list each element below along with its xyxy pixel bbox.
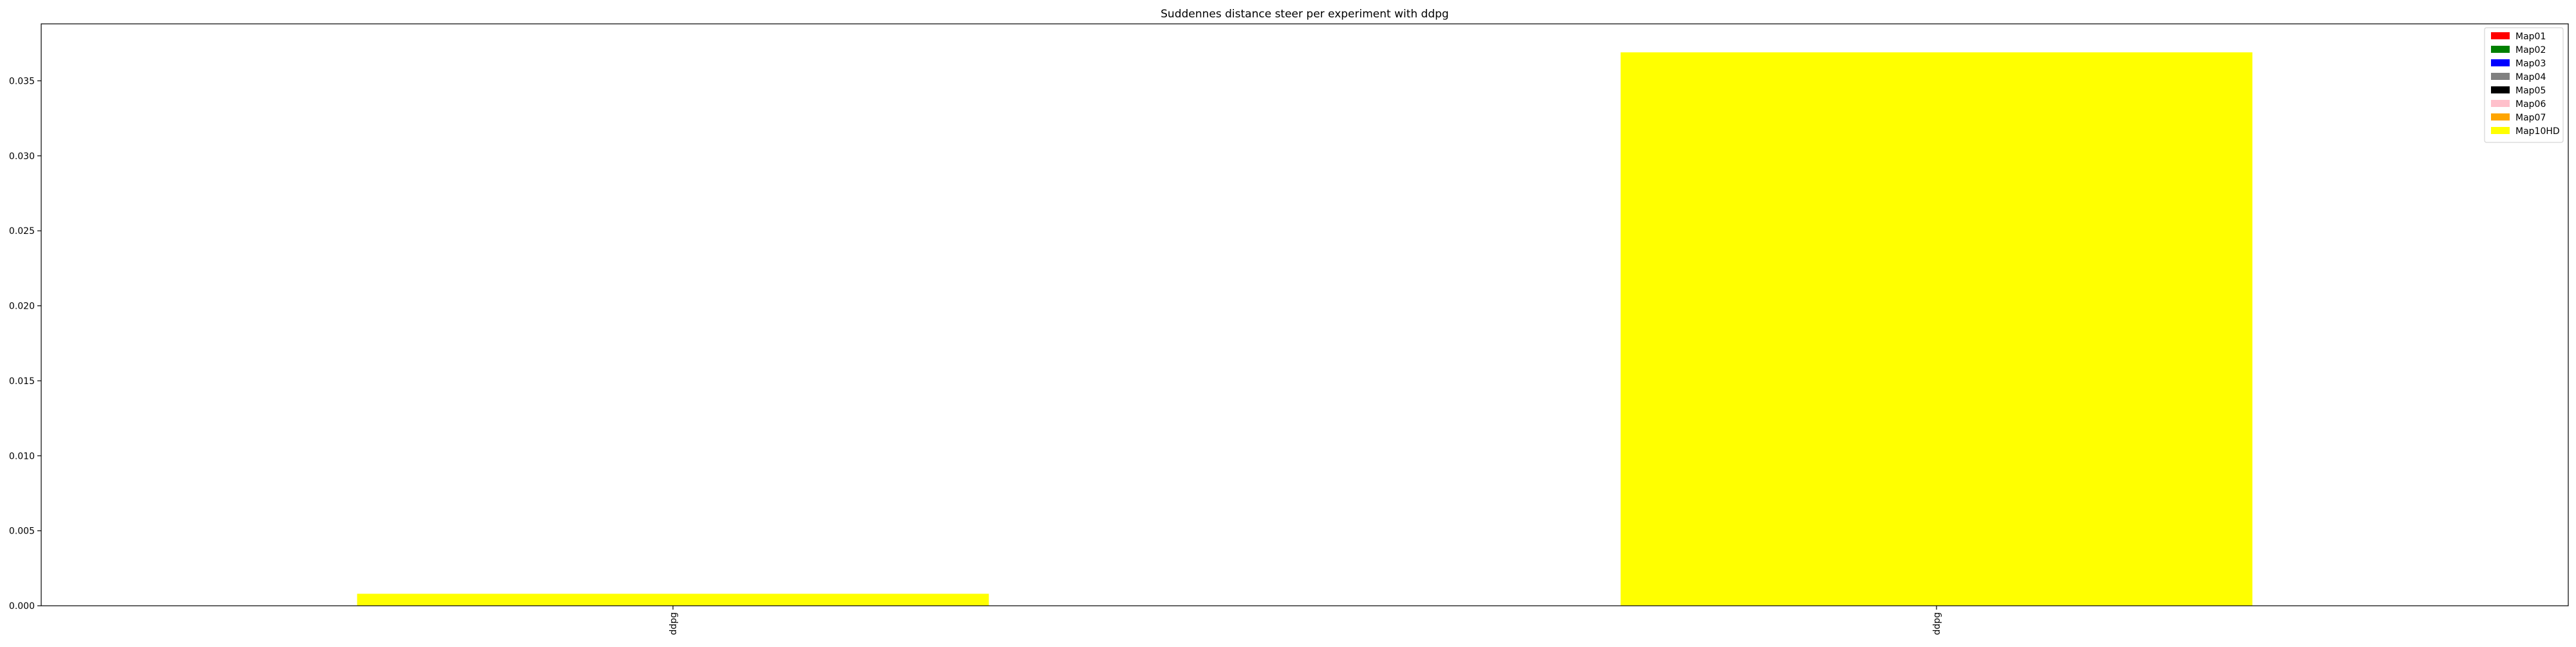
chart-title: Suddennes distance steer per experiment … [1160, 8, 1448, 21]
y-tick-label-2: 0.010 [9, 451, 35, 461]
legend-swatch-map02 [2491, 46, 2510, 53]
bar-map10hd-2 [1620, 52, 2253, 606]
legend: Map01 Map02 Map03 Map04 Map05 Map06 Map07 Map10… [2484, 27, 2564, 143]
y-tick-label-7: 0.035 [9, 76, 35, 86]
x-tick-label-1: ddpg [1932, 612, 1942, 635]
y-tick-label-6: 0.030 [9, 151, 35, 162]
y-tick-label-0: 0.000 [9, 601, 35, 612]
legend-label-map05: Map05 [2515, 86, 2546, 96]
bar-map10hd-1 [357, 594, 989, 606]
legend-swatch-map05 [2491, 86, 2510, 93]
legend-label-map03: Map03 [2515, 59, 2546, 69]
y-tick-label-1: 0.005 [9, 526, 35, 537]
legend-swatch-map07 [2491, 113, 2510, 121]
legend-label-map10hd: Map10HD [2515, 126, 2560, 137]
legend-swatch-map04 [2491, 73, 2510, 80]
chart: Suddennes distance steer per experiment … [0, 0, 2576, 644]
bars-layer [357, 52, 2253, 606]
y-tick-label-3: 0.015 [9, 376, 35, 387]
legend-swatch-map06 [2491, 100, 2510, 107]
legend-label-map06: Map06 [2515, 99, 2546, 110]
bar-chart: Suddennes distance steer per experiment … [9, 8, 2569, 635]
legend-label-map07: Map07 [2515, 113, 2546, 123]
legend-swatch-map03 [2491, 59, 2510, 66]
y-tick-label-4: 0.020 [9, 302, 35, 312]
legend-label-map01: Map01 [2515, 32, 2546, 42]
legend-label-map04: Map04 [2515, 72, 2546, 82]
y-tick-label-5: 0.025 [9, 226, 35, 237]
legend-swatch-map01 [2491, 32, 2510, 39]
legend-label-map02: Map02 [2515, 45, 2546, 55]
legend-swatch-map10hd [2491, 127, 2510, 134]
x-tick-label-0: ddpg [668, 612, 679, 635]
